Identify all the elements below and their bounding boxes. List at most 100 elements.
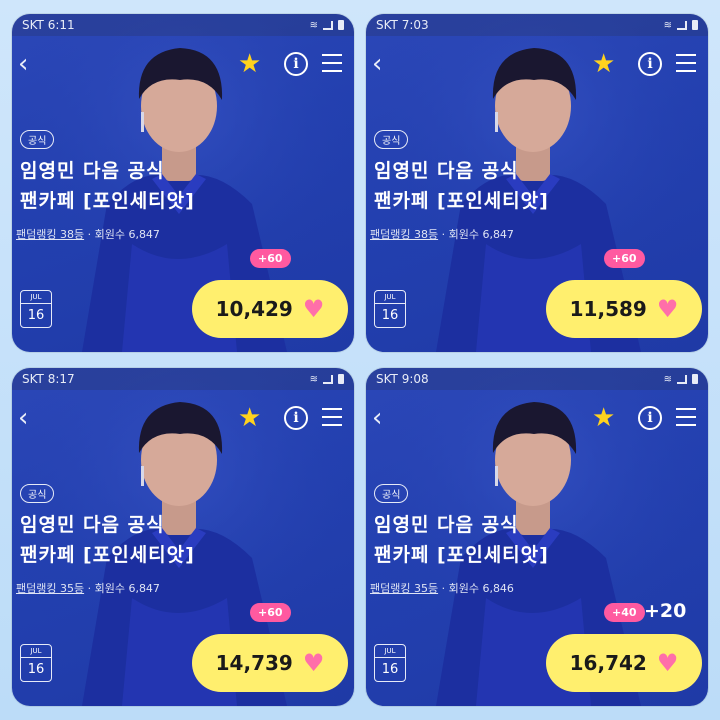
date-month: JUL (21, 291, 51, 304)
heart-count-button[interactable]: 11,589 ♥ (546, 280, 702, 338)
heart-count-button[interactable]: 10,429 ♥ (192, 280, 348, 338)
carrier-time: SKT 7:03 (376, 18, 429, 32)
signal-icon (677, 374, 687, 384)
battery-icon (338, 20, 344, 30)
fandom-rank-link[interactable]: 팬덤랭킹 35등 (16, 582, 84, 595)
heart-count: 10,429 (215, 297, 293, 321)
title-line-1: 임영민 다음 공식 (374, 514, 519, 536)
info-icon[interactable]: i (638, 52, 662, 76)
fandom-rank-link[interactable]: 팬덤랭킹 38등 (16, 228, 84, 241)
heart-count-button[interactable]: 14,739 ♥ (192, 634, 348, 692)
status-bar: SKT 6:11 ≋ (12, 14, 354, 36)
official-badge: 공식 (374, 484, 409, 503)
wifi-icon: ≋ (663, 373, 672, 385)
plus-badge: +60 (250, 603, 291, 622)
official-badge: 공식 (20, 130, 55, 149)
info-icon[interactable]: i (284, 406, 308, 430)
date-day: 16 (27, 662, 45, 677)
heart-icon: ♥ (656, 295, 679, 323)
official-badge: 공식 (374, 130, 409, 149)
title-line-1: 임영민 다음 공식 (374, 160, 519, 182)
title-line-2: 팬카페 [포인세티앗] (374, 544, 549, 566)
title-line-1: 임영민 다음 공식 (20, 514, 165, 536)
fancafe-screen-2: SKT 7:03 ≋ ‹ ★ i 공식 임영민 다음 공식 팬카페 [포인세티앗… (366, 14, 708, 352)
fancafe-screen-4: SKT 9:08 ≋ ‹ ★ i 공식 임영민 다음 공식 팬카페 [포인세티앗… (366, 368, 708, 706)
cafe-meta: 팬덤랭킹 35등 · 회원수 6,847 (16, 580, 160, 596)
wifi-icon: ≋ (663, 19, 672, 31)
carrier-time: SKT 9:08 (376, 372, 429, 386)
date-calendar[interactable]: JUL 16 (374, 290, 406, 328)
plus-extra: +20 (644, 600, 687, 622)
title-line-2: 팬카페 [포인세티앗] (20, 190, 195, 212)
cafe-title: 임영민 다음 공식 팬카페 [포인세티앗] (20, 510, 195, 570)
plus-badge: +60 (604, 249, 645, 268)
title-line-2: 팬카페 [포인세티앗] (20, 544, 195, 566)
heart-count: 11,589 (569, 297, 647, 321)
system-icons: ≋ (664, 20, 698, 31)
signal-icon (323, 374, 333, 384)
title-line-1: 임영민 다음 공식 (20, 160, 165, 182)
system-icons: ≋ (664, 374, 698, 385)
date-calendar[interactable]: JUL 16 (20, 290, 52, 328)
cafe-meta: 팬덤랭킹 35등 · 회원수 6,846 (370, 580, 514, 596)
menu-icon[interactable] (322, 54, 342, 72)
battery-icon (692, 20, 698, 30)
date-month: JUL (21, 645, 51, 658)
member-count: · 회원수 6,846 (441, 582, 514, 595)
plus-badge: +40 (604, 603, 645, 622)
info-icon[interactable]: i (638, 406, 662, 430)
battery-icon (692, 374, 698, 384)
status-bar: SKT 7:03 ≋ (366, 14, 708, 36)
date-calendar[interactable]: JUL 16 (20, 644, 52, 682)
heart-icon: ♥ (656, 649, 679, 677)
signal-icon (677, 20, 687, 30)
system-icons: ≋ (310, 20, 344, 31)
title-line-2: 팬카페 [포인세티앗] (374, 190, 549, 212)
battery-icon (338, 374, 344, 384)
star-icon[interactable]: ★ (238, 50, 261, 78)
back-icon[interactable]: ‹ (372, 50, 394, 78)
date-month: JUL (375, 645, 405, 658)
cafe-title: 임영민 다음 공식 팬카페 [포인세티앗] (374, 510, 549, 570)
heart-count-button[interactable]: 16,742 ♥ (546, 634, 702, 692)
fandom-rank-link[interactable]: 팬덤랭킹 38등 (370, 228, 438, 241)
info-icon[interactable]: i (284, 52, 308, 76)
fandom-rank-link[interactable]: 팬덤랭킹 35등 (370, 582, 438, 595)
cafe-meta: 팬덤랭킹 38등 · 회원수 6,847 (370, 226, 514, 242)
back-icon[interactable]: ‹ (18, 50, 40, 78)
member-count: · 회원수 6,847 (87, 228, 160, 241)
star-icon[interactable]: ★ (592, 404, 615, 432)
carrier-time: SKT 8:17 (22, 372, 75, 386)
star-icon[interactable]: ★ (592, 50, 615, 78)
star-icon[interactable]: ★ (238, 404, 261, 432)
date-month: JUL (375, 291, 405, 304)
status-bar: SKT 8:17 ≋ (12, 368, 354, 390)
heart-count: 14,739 (215, 651, 293, 675)
system-icons: ≋ (310, 374, 344, 385)
date-day: 16 (381, 662, 399, 677)
fancafe-screen-1: SKT 6:11 ≋ ‹ ★ i 공식 임영민 다음 공식 팬카페 [포인세티앗… (12, 14, 354, 352)
cafe-meta: 팬덤랭킹 38등 · 회원수 6,847 (16, 226, 160, 242)
date-calendar[interactable]: JUL 16 (374, 644, 406, 682)
status-bar: SKT 9:08 ≋ (366, 368, 708, 390)
wifi-icon: ≋ (309, 373, 318, 385)
carrier-time: SKT 6:11 (22, 18, 75, 32)
back-icon[interactable]: ‹ (372, 404, 394, 432)
member-count: · 회원수 6,847 (441, 228, 514, 241)
menu-icon[interactable] (676, 408, 696, 426)
heart-icon: ♥ (302, 649, 325, 677)
signal-icon (323, 20, 333, 30)
date-day: 16 (381, 308, 399, 323)
plus-badge: +60 (250, 249, 291, 268)
wifi-icon: ≋ (309, 19, 318, 31)
official-badge: 공식 (20, 484, 55, 503)
back-icon[interactable]: ‹ (18, 404, 40, 432)
heart-count: 16,742 (569, 651, 647, 675)
cafe-title: 임영민 다음 공식 팬카페 [포인세티앗] (20, 156, 195, 216)
member-count: · 회원수 6,847 (87, 582, 160, 595)
date-day: 16 (27, 308, 45, 323)
menu-icon[interactable] (322, 408, 342, 426)
cafe-title: 임영민 다음 공식 팬카페 [포인세티앗] (374, 156, 549, 216)
menu-icon[interactable] (676, 54, 696, 72)
fancafe-screen-3: SKT 8:17 ≋ ‹ ★ i 공식 임영민 다음 공식 팬카페 [포인세티앗… (12, 368, 354, 706)
